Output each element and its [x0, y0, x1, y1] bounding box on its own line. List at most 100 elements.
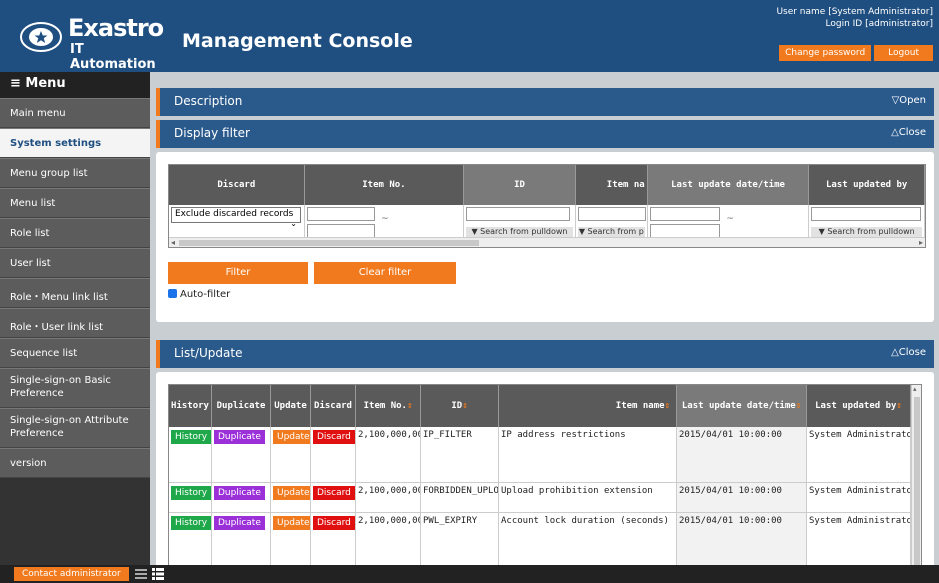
list-view-icon[interactable]: [135, 568, 147, 580]
sort-icon[interactable]: ⇕: [407, 401, 412, 411]
display-filter-title: Display filter: [174, 126, 250, 140]
cell-id: FORBIDDEN_UPLOAD: [421, 483, 499, 512]
cell-id: PWL_EXPIRY: [421, 513, 499, 565]
cell-last-update: 2015/04/01 10:00:00: [677, 483, 807, 512]
chevron-down-icon: ⌄: [290, 219, 297, 228]
sidebar-item-role-menu-link-list[interactable]: Role・Menu link list: [0, 278, 150, 308]
list-update-section-header[interactable]: List/Update △Close: [156, 340, 934, 368]
update-button[interactable]: Update: [273, 486, 310, 500]
discard-select[interactable]: Exclude discarded records ⌄: [171, 207, 301, 228]
duplicate-button[interactable]: Duplicate: [214, 486, 265, 500]
history-button[interactable]: History: [171, 430, 211, 444]
cell-last-updated-by: System Administrator: [807, 427, 911, 482]
sidebar-item-main-menu[interactable]: Main menu: [0, 98, 150, 128]
sort-icon[interactable]: ⇕: [896, 401, 901, 411]
duplicate-button[interactable]: Duplicate: [214, 430, 265, 444]
range-tilde: ~: [726, 214, 734, 224]
auto-filter-checkbox[interactable]: Auto-filter: [168, 289, 230, 300]
filter-col-item-no: Item No.: [305, 165, 465, 205]
cell-last-updated-by: System Administrator: [807, 483, 911, 512]
detail-list-icon[interactable]: [152, 568, 164, 580]
cell-item-no: 2,100,000,003: [356, 513, 421, 565]
filter-col-id: ID: [464, 165, 576, 205]
list-col-item-name[interactable]: Item name ⇕: [499, 385, 677, 427]
cell-id: IP_FILTER: [421, 427, 499, 482]
clear-filter-button[interactable]: Clear filter: [314, 262, 456, 284]
sort-icon[interactable]: ⇕: [796, 401, 801, 411]
discard-button[interactable]: Discard: [313, 516, 355, 530]
history-button[interactable]: History: [171, 486, 211, 500]
cell-last-update: 2015/04/01 10:00:00: [677, 427, 807, 482]
app-title: Management Console: [182, 30, 413, 52]
list-col-discard: Discard: [311, 385, 356, 427]
update-button[interactable]: Update: [273, 516, 310, 530]
sort-icon[interactable]: ⇕: [665, 401, 670, 411]
sidebar-item-sso-basic-preference[interactable]: Single-sign-on Basic Preference: [0, 368, 150, 408]
sidebar-item-menu-group-list[interactable]: Menu group list: [0, 158, 150, 188]
list-table: History Duplicate Update Discard Item No…: [168, 384, 922, 565]
id-header-label: ID: [451, 401, 463, 411]
last-update-header-label: Last update date/time: [681, 401, 796, 411]
list-vertical-scrollbar[interactable]: ▴: [911, 385, 921, 565]
filter-horizontal-scrollbar[interactable]: ◂ ▸: [169, 237, 925, 247]
id-filter-input[interactable]: [466, 207, 571, 221]
logo[interactable]: Exastro IT Automation: [16, 8, 166, 72]
filter-input-row: Exclude discarded records ⌄ ~ ▼ Search fr…: [169, 205, 925, 247]
sidebar-item-menu-list[interactable]: Menu list: [0, 188, 150, 218]
update-button[interactable]: Update: [273, 430, 310, 444]
logo-subtitle: IT Automation: [70, 42, 156, 72]
logout-button[interactable]: Logout: [874, 45, 933, 61]
sidebar-item-sso-attribute-preference[interactable]: Single-sign-on Attribute Preference: [0, 408, 150, 448]
filter-button[interactable]: Filter: [168, 262, 308, 284]
sort-icon[interactable]: ⇕: [462, 401, 467, 411]
scrollbar-thumb[interactable]: [914, 397, 920, 565]
table-row: History Duplicate Update Discard 2,100,0…: [169, 513, 921, 565]
sidebar-item-role-list[interactable]: Role list: [0, 218, 150, 248]
updated-by-filter-input[interactable]: [811, 207, 922, 221]
update-date-to-input[interactable]: [649, 224, 720, 238]
cell-last-update: 2015/04/01 10:00:00: [677, 513, 807, 565]
description-toggle[interactable]: ▽Open: [892, 95, 926, 106]
filter-col-item-name: Item na: [576, 165, 648, 205]
sidebar-item-role-user-link-list[interactable]: Role・User link list: [0, 308, 150, 338]
sidebar-item-sequence-list[interactable]: Sequence list: [0, 338, 150, 368]
scroll-right-icon[interactable]: ▸: [919, 238, 923, 247]
header: Exastro IT Automation Management Console…: [0, 0, 939, 72]
filter-col-last-updated-by: Last updated by: [809, 165, 925, 205]
sidebar-item-version[interactable]: version: [0, 448, 150, 478]
checkbox-checked-icon[interactable]: [168, 289, 177, 298]
list-col-last-updated-by[interactable]: Last updated by ⇕: [807, 385, 911, 427]
filter-table: Discard Item No. ID Item na Last update …: [168, 164, 926, 248]
scroll-left-icon[interactable]: ◂: [171, 238, 175, 247]
scroll-up-icon[interactable]: ▴: [913, 385, 917, 393]
logo-brand: Exastro: [68, 14, 164, 42]
sidebar-item-user-list[interactable]: User list: [0, 248, 150, 278]
list-col-id[interactable]: ID ⇕: [421, 385, 499, 427]
list-table-header: History Duplicate Update Discard Item No…: [169, 385, 921, 427]
list-col-last-update[interactable]: Last update date/time ⇕: [677, 385, 807, 427]
description-section-header[interactable]: Description ▽Open: [156, 88, 934, 116]
sidebar-item-system-settings[interactable]: System settings: [0, 128, 150, 158]
update-date-from-input[interactable]: [649, 207, 720, 221]
discard-button[interactable]: Discard: [313, 486, 355, 500]
duplicate-button[interactable]: Duplicate: [214, 516, 265, 530]
item-no-from-input[interactable]: [306, 207, 375, 221]
display-filter-section-header[interactable]: Display filter △Close: [156, 120, 934, 148]
display-filter-toggle[interactable]: △Close: [891, 127, 926, 138]
table-row: History Duplicate Update Discard 2,100,0…: [169, 427, 921, 483]
user-buttons: Change password Logout: [779, 45, 933, 61]
scrollbar-thumb[interactable]: [179, 240, 479, 246]
list-col-duplicate: Duplicate: [212, 385, 271, 427]
change-password-button[interactable]: Change password: [779, 45, 872, 61]
discard-button[interactable]: Discard: [313, 430, 355, 444]
cell-item-name: IP address restrictions: [499, 427, 677, 482]
list-update-toggle[interactable]: △Close: [891, 347, 926, 358]
history-button[interactable]: History: [171, 516, 211, 530]
login-id: Login ID [administrator]: [825, 19, 933, 29]
item-no-to-input[interactable]: [306, 224, 375, 238]
contact-administrator-button[interactable]: Contact administrator: [14, 567, 129, 581]
last-updated-by-header-label: Last updated by: [815, 401, 897, 411]
list-col-item-no[interactable]: Item No. ⇕: [356, 385, 421, 427]
item-name-filter-input[interactable]: [577, 207, 646, 221]
cell-item-no: 2,100,000,002: [356, 483, 421, 512]
